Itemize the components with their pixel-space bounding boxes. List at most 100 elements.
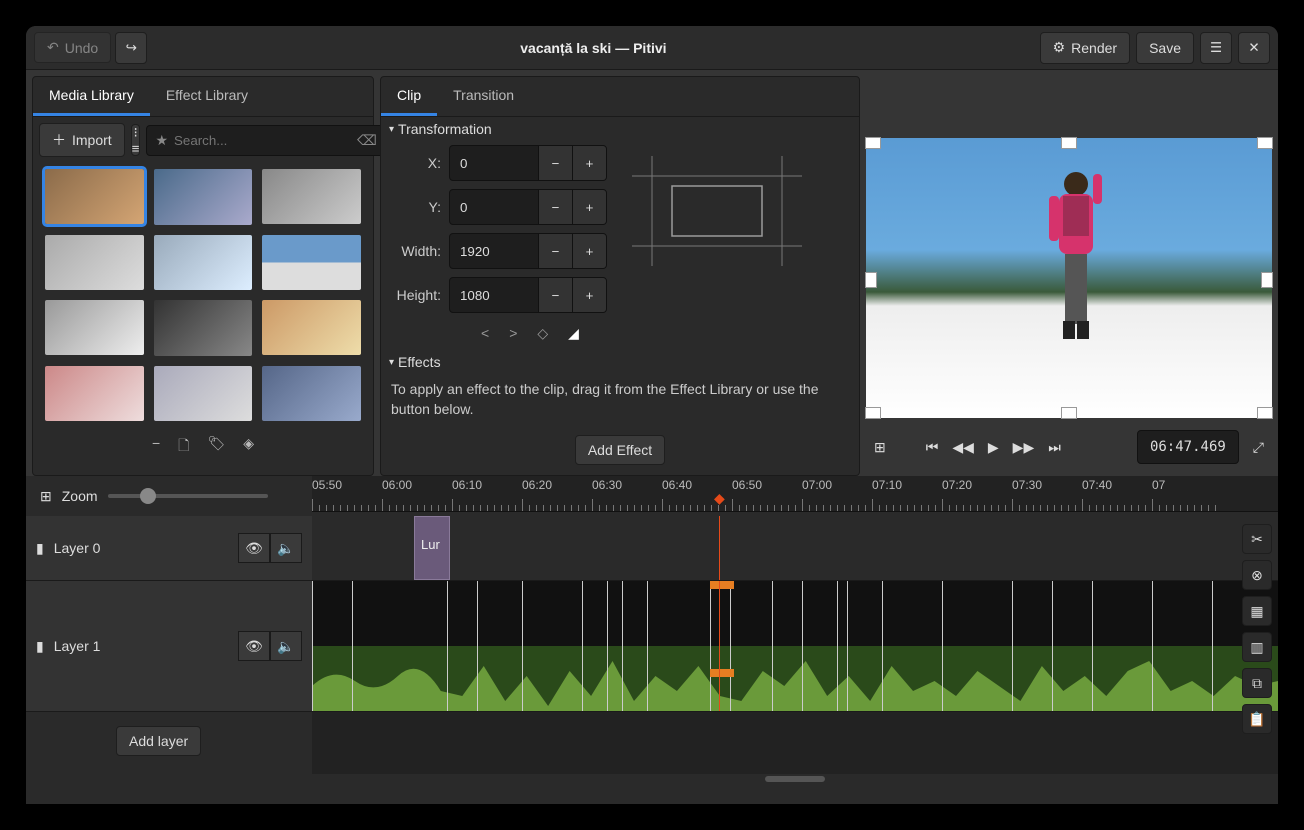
- add-layer-button[interactable]: Add layer: [116, 726, 201, 756]
- delete-tool[interactable]: ⊗: [1242, 560, 1272, 590]
- render-button[interactable]: ⚙ Render: [1040, 32, 1130, 64]
- width-decrement[interactable]: −: [538, 234, 572, 268]
- playhead[interactable]: [719, 581, 720, 711]
- import-button[interactable]: ＋ Import: [39, 123, 125, 157]
- clip-boundary[interactable]: [1052, 581, 1053, 711]
- tab-transition[interactable]: Transition: [437, 77, 530, 116]
- tab-media-library[interactable]: Media Library: [33, 77, 150, 116]
- layer-track[interactable]: [312, 581, 1278, 711]
- reset-keyframe-icon[interactable]: ◢: [568, 325, 579, 342]
- clip-boundary[interactable]: [1152, 581, 1153, 711]
- preview-handle[interactable]: [865, 407, 881, 419]
- redo-button[interactable]: ↪: [115, 32, 147, 64]
- timecode[interactable]: 06:47.469: [1137, 430, 1239, 464]
- layer-audio-toggle[interactable]: 🔈: [270, 533, 302, 563]
- preview-handle[interactable]: [865, 272, 877, 288]
- video-preview[interactable]: [866, 138, 1272, 418]
- preview-handle[interactable]: [865, 137, 881, 149]
- save-button[interactable]: Save: [1136, 32, 1194, 64]
- media-thumb[interactable]: [45, 235, 144, 290]
- group-tool[interactable]: ▦: [1242, 596, 1272, 626]
- undo-button[interactable]: ↶ Undo: [34, 32, 111, 63]
- x-input[interactable]: [450, 148, 538, 179]
- media-thumb[interactable]: [262, 366, 361, 421]
- media-thumb[interactable]: [45, 169, 144, 224]
- clip-boundary[interactable]: [312, 581, 313, 711]
- layer-name[interactable]: Layer 0: [54, 540, 228, 556]
- transformation-header[interactable]: Transformation: [381, 117, 859, 141]
- insert-icon[interactable]: ◈: [243, 435, 254, 459]
- grid-icon[interactable]: ⊞: [874, 439, 886, 456]
- clip-boundary[interactable]: [730, 581, 731, 711]
- ungroup-tool[interactable]: ▥: [1242, 632, 1272, 662]
- preview-handle[interactable]: [1257, 137, 1273, 149]
- width-increment[interactable]: +: [572, 234, 606, 268]
- layer-visibility-toggle[interactable]: 👁: [238, 533, 270, 563]
- prev-keyframe-icon[interactable]: <: [481, 325, 489, 342]
- clip-boundary[interactable]: [847, 581, 848, 711]
- height-decrement[interactable]: −: [538, 278, 572, 312]
- media-thumb[interactable]: [154, 169, 253, 225]
- step-back-icon[interactable]: ◀◀: [952, 439, 974, 456]
- clip-handle[interactable]: [720, 581, 734, 589]
- clip-boundary[interactable]: [942, 581, 943, 711]
- tab-effect-library[interactable]: Effect Library: [150, 77, 264, 116]
- next-keyframe-icon[interactable]: >: [509, 325, 517, 342]
- scrollbar-thumb[interactable]: [765, 776, 825, 782]
- tab-clip[interactable]: Clip: [381, 77, 437, 116]
- view-mode-button[interactable]: ⁝≡: [131, 124, 141, 156]
- clip-boundary[interactable]: [710, 581, 711, 711]
- media-thumb[interactable]: [262, 300, 361, 355]
- preview-handle[interactable]: [1061, 137, 1077, 149]
- skip-start-icon[interactable]: ⏮: [926, 439, 939, 456]
- clip-boundary[interactable]: [607, 581, 608, 711]
- x-increment[interactable]: +: [572, 146, 606, 180]
- timeline-scrollbar[interactable]: [312, 774, 1278, 784]
- clip-boundary[interactable]: [522, 581, 523, 711]
- clip-boundary[interactable]: [1012, 581, 1013, 711]
- step-forward-icon[interactable]: ▶▶: [1013, 439, 1035, 456]
- tag-icon[interactable]: 🏷: [207, 435, 225, 459]
- y-input[interactable]: [450, 192, 538, 223]
- clip-boundary[interactable]: [882, 581, 883, 711]
- width-input[interactable]: [450, 236, 538, 267]
- layer-audio-toggle[interactable]: 🔈: [270, 631, 302, 661]
- layer-name[interactable]: Layer 1: [54, 638, 228, 654]
- media-thumb[interactable]: [154, 366, 253, 422]
- y-increment[interactable]: +: [572, 190, 606, 224]
- copy-tool[interactable]: ⧉: [1242, 668, 1272, 698]
- toggle-keyframe-icon[interactable]: ◇: [537, 325, 548, 342]
- zoom-slider-knob[interactable]: [140, 488, 156, 504]
- close-button[interactable]: ✕: [1238, 32, 1270, 64]
- clip-boundary[interactable]: [447, 581, 448, 711]
- add-effect-button[interactable]: Add Effect: [575, 435, 665, 465]
- media-thumb[interactable]: [154, 235, 253, 291]
- height-input[interactable]: [450, 280, 538, 311]
- transform-preview[interactable]: [627, 141, 807, 281]
- layer-track[interactable]: Lur: [312, 516, 1278, 580]
- timeline-ruler[interactable]: 05:5006:0006:1006:2006:3006:4006:5007:00…: [312, 476, 1278, 512]
- y-decrement[interactable]: −: [538, 190, 572, 224]
- clip-boundary[interactable]: [1212, 581, 1213, 711]
- clip-boundary[interactable]: [352, 581, 353, 711]
- menu-button[interactable]: ☰: [1200, 32, 1232, 64]
- clip-boundary[interactable]: [477, 581, 478, 711]
- clip-boundary[interactable]: [1092, 581, 1093, 711]
- clip-boundary[interactable]: [802, 581, 803, 711]
- effects-header[interactable]: Effects: [381, 350, 859, 374]
- x-decrement[interactable]: −: [538, 146, 572, 180]
- clip-boundary[interactable]: [622, 581, 623, 711]
- media-thumb[interactable]: [262, 169, 361, 224]
- detach-icon[interactable]: ⤢: [1253, 439, 1264, 456]
- clip-props-icon[interactable]: 🗋: [178, 435, 189, 459]
- play-icon[interactable]: ▶: [988, 439, 999, 456]
- media-thumb[interactable]: [154, 300, 253, 356]
- search-input[interactable]: [174, 133, 351, 148]
- media-thumb[interactable]: [45, 300, 144, 355]
- remove-icon[interactable]: −: [152, 435, 160, 459]
- media-thumb[interactable]: [45, 366, 144, 421]
- height-increment[interactable]: +: [572, 278, 606, 312]
- preview-handle[interactable]: [1061, 407, 1077, 419]
- playhead-indicator[interactable]: ◆: [714, 490, 725, 507]
- cut-tool[interactable]: ✂: [1242, 524, 1272, 554]
